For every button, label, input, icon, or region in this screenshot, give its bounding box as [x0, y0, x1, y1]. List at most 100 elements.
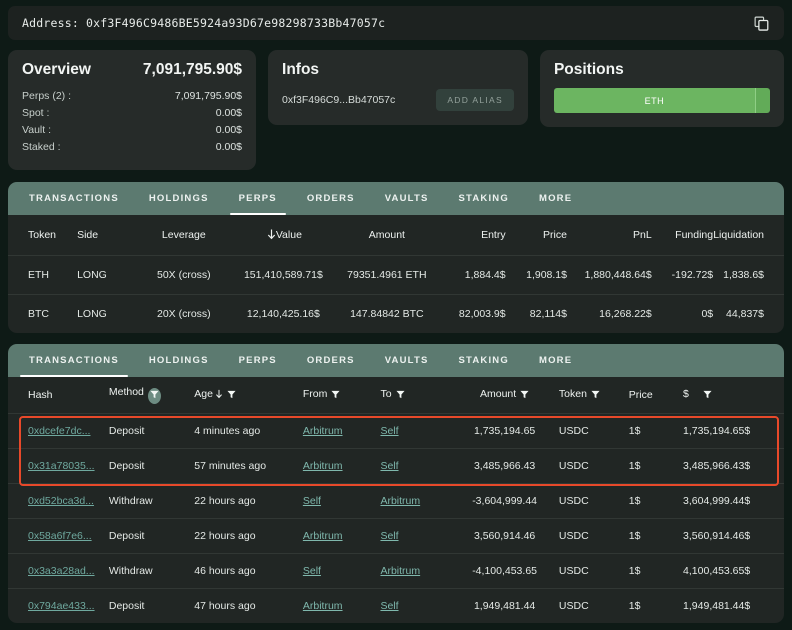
tx-cell-method: Deposit	[109, 448, 194, 483]
tx-to-link[interactable]: Arbitrum	[380, 495, 420, 507]
tab-staking[interactable]: STAKING	[444, 182, 524, 215]
tx-hash-link[interactable]: 0x794ae433...	[28, 600, 95, 612]
tx-col-usd-label: $	[683, 388, 689, 400]
table-row[interactable]: 0xdcefe7dc... Deposit 4 minutes ago Arbi…	[8, 413, 784, 448]
tx-col-hash[interactable]: Hash	[8, 377, 109, 413]
table-row[interactable]: 0xd52bca3d... Withdraw 22 hours ago Self…	[8, 483, 784, 518]
filter-icon[interactable]	[520, 390, 529, 402]
tx-col-price[interactable]: Price	[629, 377, 683, 413]
filter-icon[interactable]	[227, 390, 236, 402]
tab-perps[interactable]: PERPS	[224, 182, 292, 215]
tab-staking[interactable]: STAKING	[444, 344, 524, 377]
filter-icon[interactable]	[591, 390, 600, 402]
perps-col-entry[interactable]: Entry	[437, 215, 506, 255]
tx-cell-price: 1$	[629, 413, 683, 448]
tx-cell-age: 57 minutes ago	[194, 448, 303, 483]
tx-hash-link[interactable]: 0xd52bca3d...	[28, 495, 94, 507]
perps-cell-side: LONG	[77, 255, 138, 294]
tx-from-link[interactable]: Arbitrum	[303, 425, 343, 437]
table-row[interactable]: 0x794ae433... Deposit 47 hours ago Arbit…	[8, 588, 784, 623]
tx-from-link[interactable]: Self	[303, 495, 321, 507]
summary-cards: Overview 7,091,795.90$ Perps (2) : 7,091…	[8, 50, 784, 170]
tx-col-age[interactable]: Age	[194, 377, 303, 413]
perps-col-token[interactable]: Token	[8, 215, 77, 255]
perps-table-row[interactable]: BTC LONG 20X (cross) 12,140,425.16$ 147.…	[8, 294, 784, 333]
tx-cell-usd: 1,949,481.44$	[683, 588, 784, 623]
positions-title: Positions	[554, 61, 624, 79]
perps-table-row[interactable]: ETH LONG 50X (cross) 151,410,589.71$ 793…	[8, 255, 784, 294]
tx-cell-to: Self	[380, 448, 450, 483]
perps-col-leverage[interactable]: Leverage	[138, 215, 229, 255]
tx-cell-usd: 1,735,194.65$	[683, 413, 784, 448]
position-segment-other[interactable]	[755, 88, 770, 113]
perps-col-pnl[interactable]: PnL	[567, 215, 652, 255]
tx-cell-token: USDC	[559, 518, 629, 553]
copy-address-button[interactable]	[748, 10, 774, 36]
perps-cell-leverage: 50X (cross)	[138, 255, 229, 294]
tx-from-link[interactable]: Self	[303, 565, 321, 577]
filter-icon[interactable]	[148, 388, 161, 404]
tx-to-link[interactable]: Self	[380, 600, 398, 612]
tab-more[interactable]: MORE	[524, 182, 587, 215]
add-alias-button[interactable]: ADD ALIAS	[436, 89, 514, 111]
tx-hash-link[interactable]: 0xdcefe7dc...	[28, 425, 90, 437]
tx-cell-age: 22 hours ago	[194, 518, 303, 553]
tab-more[interactable]: MORE	[524, 344, 587, 377]
perps-col-funding[interactable]: Funding	[652, 215, 713, 255]
tab-vaults[interactable]: VAULTS	[370, 182, 444, 215]
tab-transactions[interactable]: TRANSACTIONS	[14, 344, 134, 377]
tx-col-usd[interactable]: $	[683, 377, 784, 413]
tx-from-link[interactable]: Arbitrum	[303, 600, 343, 612]
tab-orders[interactable]: ORDERS	[292, 182, 370, 215]
tab-transactions[interactable]: TRANSACTIONS	[14, 182, 134, 215]
overview-row-label: Vault :	[22, 123, 51, 138]
tx-col-hash-label: Hash	[28, 389, 53, 401]
tab-perps[interactable]: PERPS	[224, 344, 292, 377]
tx-to-link[interactable]: Arbitrum	[380, 565, 420, 577]
tab-holdings[interactable]: HOLDINGS	[134, 344, 224, 377]
tx-col-method[interactable]: Method	[109, 377, 194, 413]
filter-icon[interactable]	[703, 390, 712, 402]
table-row[interactable]: 0x58a6f7e6... Deposit 22 hours ago Arbit…	[8, 518, 784, 553]
overview-row-perps: Perps (2) : 7,091,795.90$	[22, 88, 242, 105]
filter-icon[interactable]	[331, 390, 340, 402]
perps-col-amount[interactable]: Amount	[337, 215, 436, 255]
tx-col-from[interactable]: From	[303, 377, 381, 413]
tx-cell-hash: 0xd52bca3d...	[8, 483, 109, 518]
tx-cell-hash: 0x58a6f7e6...	[8, 518, 109, 553]
tx-hash-link[interactable]: 0x31a78035...	[28, 460, 95, 472]
overview-row-label: Spot :	[22, 106, 49, 121]
tx-from-link[interactable]: Arbitrum	[303, 530, 343, 542]
tx-col-token[interactable]: Token	[559, 377, 629, 413]
tab-holdings[interactable]: HOLDINGS	[134, 182, 224, 215]
perps-cell-price: 1,908.1$	[506, 255, 567, 294]
perps-cell-pnl: 1,880,448.64$	[567, 255, 652, 294]
table-row[interactable]: 0x3a3a28ad... Withdraw 46 hours ago Self…	[8, 553, 784, 588]
tab-vaults[interactable]: VAULTS	[370, 344, 444, 377]
positions-card: Positions ETH	[540, 50, 784, 127]
perps-cell-price: 82,114$	[506, 294, 567, 333]
position-segment-eth[interactable]: ETH	[554, 88, 755, 113]
tx-hash-link[interactable]: 0x3a3a28ad...	[28, 565, 95, 577]
tx-col-amount[interactable]: Amount	[450, 377, 559, 413]
tx-to-link[interactable]: Self	[380, 530, 398, 542]
table-row[interactable]: 0x31a78035... Deposit 57 minutes ago Arb…	[8, 448, 784, 483]
tx-cell-hash: 0xdcefe7dc...	[8, 413, 109, 448]
overview-rows: Perps (2) : 7,091,795.90$ Spot : 0.00$ V…	[22, 88, 242, 156]
perps-col-side[interactable]: Side	[77, 215, 138, 255]
perps-col-value[interactable]: Value	[230, 215, 338, 255]
tx-from-link[interactable]: Arbitrum	[303, 460, 343, 472]
perps-col-price[interactable]: Price	[506, 215, 567, 255]
tx-col-to[interactable]: To	[380, 377, 450, 413]
filter-icon[interactable]	[396, 390, 405, 402]
tx-col-token-label: Token	[559, 388, 587, 400]
tx-to-link[interactable]: Self	[380, 425, 398, 437]
tab-orders[interactable]: ORDERS	[292, 344, 370, 377]
tx-hash-link[interactable]: 0x58a6f7e6...	[28, 530, 92, 542]
tx-cell-price: 1$	[629, 588, 683, 623]
infos-address-row: 0xf3F496C9...Bb47057c ADD ALIAS	[282, 89, 514, 111]
tx-to-link[interactable]: Self	[380, 460, 398, 472]
perps-table-header-row: Token Side Leverage Value Amount Entry P…	[8, 215, 784, 255]
sort-desc-icon[interactable]	[215, 389, 223, 399]
perps-col-liquidation[interactable]: Liquidation	[713, 215, 784, 255]
